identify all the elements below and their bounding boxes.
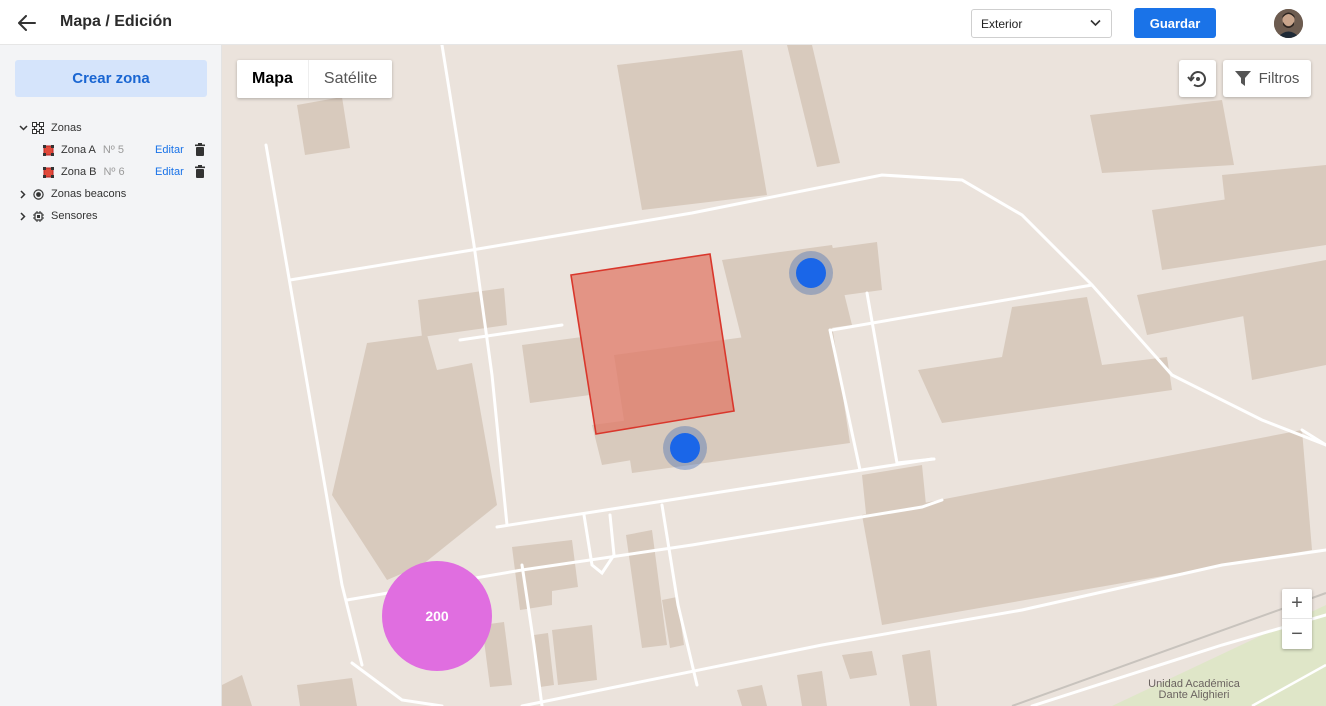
polygon-icon xyxy=(31,121,45,135)
zone-color-icon xyxy=(41,165,55,179)
tree-group-beacon-zones[interactable]: Zonas beacons xyxy=(17,183,217,205)
zone-item-b[interactable]: Zona B Nº 6 Editar xyxy=(17,161,217,183)
avatar[interactable] xyxy=(1274,9,1303,38)
zone-name: Zona A xyxy=(61,144,96,156)
zone-color-icon xyxy=(41,143,55,157)
sidebar: Crear zona Zonas Zona A Nº 5 Editar Zona… xyxy=(0,45,222,706)
filter-icon xyxy=(1234,71,1251,86)
beacon-marker[interactable] xyxy=(663,426,707,470)
tree-group-zones[interactable]: Zonas xyxy=(17,117,217,139)
tree-group-sensors[interactable]: Sensores xyxy=(17,205,217,227)
chevron-down-icon xyxy=(1090,19,1101,27)
beacon-marker[interactable] xyxy=(789,251,833,295)
zone-number: Nº 5 xyxy=(102,144,124,156)
layer-tree: Zonas Zona A Nº 5 Editar Zona B Nº 6 Edi… xyxy=(17,117,217,227)
chevron-right-icon[interactable] xyxy=(17,211,29,221)
chevron-right-icon[interactable] xyxy=(17,189,29,199)
page-title: Mapa / Edición xyxy=(60,13,173,30)
zone-number: Nº 6 xyxy=(103,166,125,178)
filters-label: Filtros xyxy=(1258,70,1300,87)
zoom-out-button[interactable]: − xyxy=(1282,619,1312,649)
arrow-left-icon xyxy=(18,15,36,31)
location-select-value: Exterior xyxy=(981,16,1023,31)
edit-zone-link[interactable]: Editar xyxy=(155,144,184,156)
history-icon xyxy=(1186,70,1206,87)
zoom-in-button[interactable]: + xyxy=(1282,589,1312,619)
map-edit-app: Mapa / Edición Exterior Guardar Crear zo… xyxy=(0,0,1326,706)
map-type-map[interactable]: Mapa xyxy=(237,60,308,98)
tree-group-label: Zonas beacons xyxy=(51,188,127,200)
back-button[interactable] xyxy=(14,10,40,36)
edit-zone-link[interactable]: Editar xyxy=(155,166,184,178)
tree-group-label: Sensores xyxy=(51,210,98,222)
filters-button[interactable]: Filtros xyxy=(1223,60,1311,97)
place-label-line2: Dante Alighieri xyxy=(1158,689,1230,701)
cluster-count-label[interactable]: 200 xyxy=(382,561,492,671)
zone-item-a[interactable]: Zona A Nº 5 Editar xyxy=(17,139,217,161)
sensor-chip-icon xyxy=(31,209,45,223)
zone-a-polygon xyxy=(570,253,735,435)
chevron-down-icon[interactable] xyxy=(17,125,29,131)
create-zone-button[interactable]: Crear zona xyxy=(15,60,207,97)
zone-name: Zona B xyxy=(61,166,97,178)
zoom-control: + − xyxy=(1282,589,1312,649)
map-type-satellite[interactable]: Satélite xyxy=(307,60,392,98)
reset-view-button[interactable] xyxy=(1179,60,1216,97)
top-bar: Mapa / Edición Exterior Guardar xyxy=(0,0,1326,45)
tree-group-label: Zonas xyxy=(51,122,82,134)
location-select[interactable]: Exterior xyxy=(971,9,1112,38)
beacon-icon xyxy=(31,187,45,201)
trash-icon[interactable] xyxy=(194,165,206,178)
place-label: Unidad Académica Dante Alighieri xyxy=(1134,679,1254,701)
map-canvas[interactable]: 200 Mapa Satélite Filtros + − Unidad Aca… xyxy=(222,45,1326,706)
trash-icon[interactable] xyxy=(194,143,206,156)
map-type-toggle: Mapa Satélite xyxy=(237,60,393,98)
user-photo-icon xyxy=(1274,9,1303,38)
save-button[interactable]: Guardar xyxy=(1134,8,1216,38)
